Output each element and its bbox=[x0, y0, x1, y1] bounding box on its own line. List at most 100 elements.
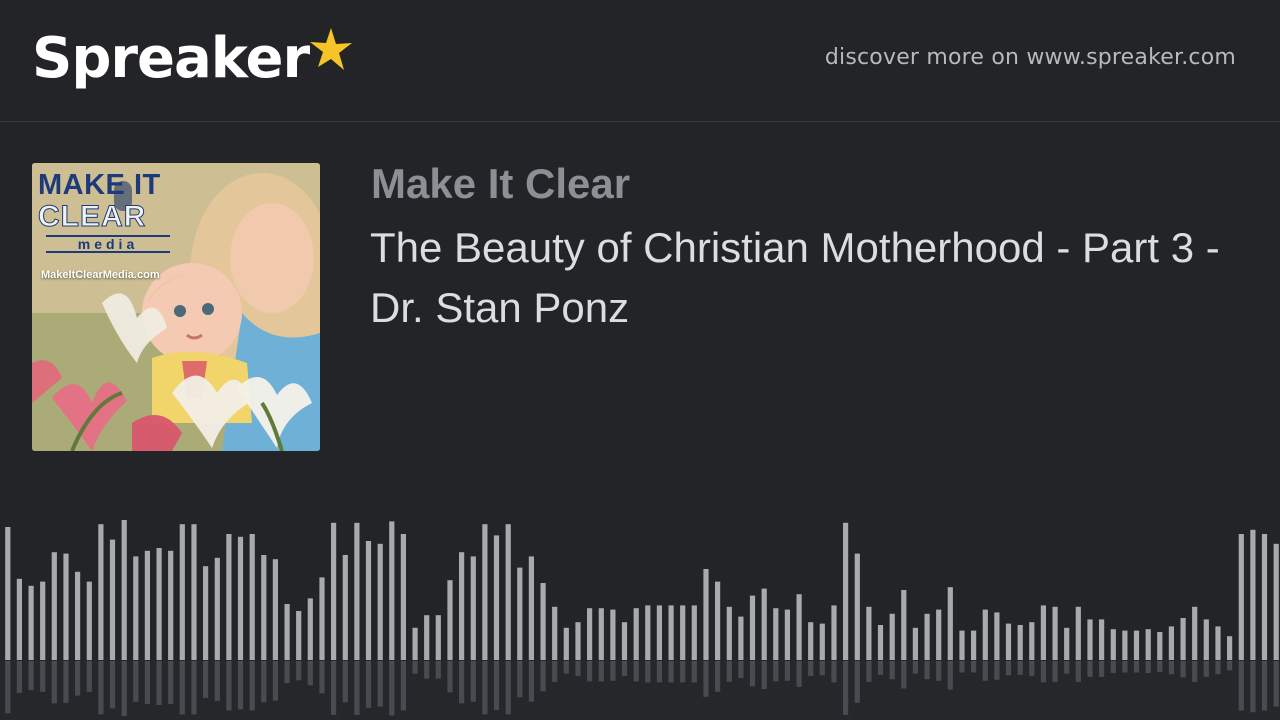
waveform-bar bbox=[703, 569, 709, 660]
waveform-bar bbox=[342, 555, 348, 660]
waveform-bar bbox=[1064, 627, 1070, 660]
waveform-bar bbox=[435, 615, 441, 660]
waveform-bar bbox=[203, 566, 209, 660]
waveform-bar-reflection bbox=[40, 661, 46, 692]
waveform-bar bbox=[5, 527, 11, 660]
waveform-bar-reflection bbox=[98, 661, 104, 715]
waveform-bar bbox=[912, 627, 918, 660]
waveform-bar-reflection bbox=[435, 661, 441, 679]
waveform-bar-reflection bbox=[901, 661, 907, 689]
waveform-bar-reflection bbox=[1227, 661, 1233, 671]
waveform-bar-reflection bbox=[1075, 661, 1081, 682]
waveform-bar bbox=[1099, 619, 1105, 660]
waveform-bar bbox=[575, 622, 581, 660]
waveform-bar bbox=[1040, 605, 1046, 660]
waveform-bar bbox=[284, 604, 290, 660]
cover-url-text: MakeItClearMedia.com bbox=[41, 269, 160, 281]
waveform-bar bbox=[470, 556, 476, 660]
waveform-bar bbox=[400, 534, 406, 660]
waveform-bar bbox=[75, 571, 81, 660]
waveform-bar bbox=[738, 616, 744, 660]
waveform-bar-reflection bbox=[761, 661, 767, 690]
waveform-bar bbox=[1087, 619, 1093, 660]
waveform-bar-reflection bbox=[1157, 661, 1163, 672]
waveform-bar-reflection bbox=[1052, 661, 1058, 682]
waveform-bar bbox=[191, 524, 197, 660]
waveform-bar-reflection bbox=[854, 661, 860, 703]
waveform-bar-reflection bbox=[296, 661, 302, 681]
waveform-bar bbox=[98, 524, 104, 660]
waveform-bar bbox=[563, 627, 569, 660]
waveform-bar-reflection bbox=[971, 661, 977, 673]
waveform-bar bbox=[459, 552, 465, 660]
cover-brand-line-1: MAKE IT bbox=[38, 169, 161, 201]
show-name[interactable]: Make It Clear bbox=[371, 160, 630, 208]
waveform-bar bbox=[1273, 543, 1279, 660]
waveform-bar-reflection bbox=[1064, 661, 1070, 674]
waveform-bar-reflection bbox=[226, 661, 232, 711]
waveform-bar-reflection bbox=[1005, 661, 1012, 676]
waveform-bar bbox=[447, 580, 453, 660]
waveform-bar-reflection bbox=[1180, 661, 1186, 678]
waveform-bar bbox=[680, 605, 686, 660]
waveform-bar-reflection bbox=[51, 661, 57, 704]
waveform-bar-reflection bbox=[947, 661, 953, 690]
waveform-bar-reflection bbox=[63, 661, 69, 703]
waveform-bar bbox=[86, 581, 92, 660]
waveform-bar bbox=[133, 556, 139, 660]
waveform-bar-reflection bbox=[563, 661, 569, 674]
waveform-bar bbox=[319, 577, 325, 660]
waveform-bar bbox=[16, 578, 22, 660]
waveform-bar bbox=[365, 541, 372, 660]
waveform-bar bbox=[1192, 606, 1198, 660]
waveform-bar bbox=[144, 550, 150, 660]
cover-brand-line-3: media bbox=[46, 235, 170, 253]
waveform-bar bbox=[796, 594, 802, 660]
waveform-bar-reflection bbox=[552, 661, 558, 682]
waveform-bar bbox=[179, 524, 185, 660]
waveform-bar-reflection bbox=[633, 661, 639, 682]
waveform-bar-reflection bbox=[424, 661, 430, 679]
discover-more-link[interactable]: discover more on www.spreaker.com bbox=[825, 45, 1236, 70]
waveform-bar bbox=[331, 522, 337, 660]
waveform-bar bbox=[249, 534, 255, 660]
waveform-bar-reflection bbox=[331, 661, 337, 715]
waveform-bar bbox=[749, 595, 756, 660]
waveform-bar-reflection bbox=[726, 661, 732, 682]
waveform-bar bbox=[1052, 606, 1058, 660]
waveform-bar bbox=[889, 613, 895, 660]
waveform-bar bbox=[1261, 534, 1268, 660]
waveform-bar bbox=[377, 543, 383, 660]
header-bar: Spreaker discover more on www.spreaker.c… bbox=[0, 0, 1280, 122]
logo-text: Spreaker bbox=[32, 26, 310, 91]
waveform-bar bbox=[621, 622, 628, 660]
waveform-bar-reflection bbox=[237, 661, 244, 710]
waveform-bar bbox=[261, 555, 267, 660]
spreaker-logo[interactable]: Spreaker bbox=[32, 22, 353, 102]
waveform-bar-reflection bbox=[1122, 661, 1128, 673]
cover-brand-logo: MAKE IT CLEAR media bbox=[38, 171, 178, 253]
waveform-bar bbox=[296, 611, 302, 660]
waveform-bar-reflection bbox=[1017, 661, 1023, 675]
waveform-bar bbox=[354, 522, 360, 660]
waveform-bar-reflection bbox=[5, 661, 11, 714]
waveform-bar-reflection bbox=[191, 661, 197, 715]
waveform-bar-reflection bbox=[459, 661, 465, 704]
audio-waveform-seekbar[interactable] bbox=[0, 500, 1280, 720]
waveform-bar-reflection bbox=[1110, 661, 1116, 674]
waveform-bar-reflection bbox=[1203, 661, 1209, 677]
waveform-bar bbox=[831, 605, 837, 660]
waveform-bar-reflection bbox=[982, 661, 988, 681]
waveform-bar-reflection bbox=[738, 661, 744, 679]
waveform-bar bbox=[1075, 606, 1081, 660]
waveform-bar-reflection bbox=[656, 661, 662, 683]
waveform-bar-reflection bbox=[1133, 661, 1140, 673]
waveform-bar-reflection bbox=[203, 661, 209, 698]
waveform-bar bbox=[854, 553, 860, 660]
waveform-bar bbox=[528, 556, 534, 660]
waveform-bar-reflection bbox=[109, 661, 116, 709]
waveform-bar-reflection bbox=[75, 661, 81, 696]
waveform-bar-reflection bbox=[342, 661, 348, 703]
waveform-bar-reflection bbox=[505, 661, 511, 715]
waveform-bar bbox=[121, 520, 127, 660]
